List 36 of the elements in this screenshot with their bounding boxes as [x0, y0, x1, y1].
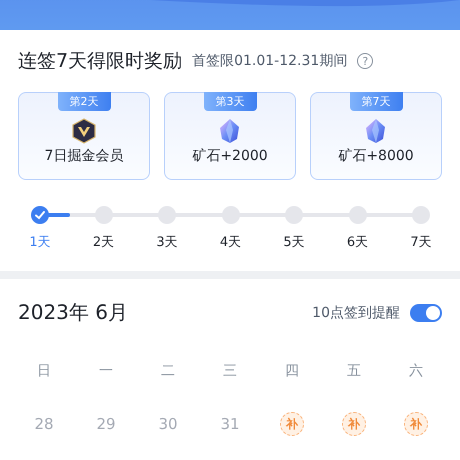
period-note: 首签限01.01-12.31期间 — [192, 52, 348, 70]
date-number: 29 — [96, 415, 116, 433]
weekday-label: 三 — [222, 362, 238, 380]
day-label: 5天 — [285, 234, 303, 251]
day-tag: 第3天 — [204, 92, 256, 111]
weekday-label: 二 — [160, 362, 176, 380]
crystal-icon — [364, 118, 388, 144]
day-label: 7天 — [412, 234, 430, 251]
date-number: 28 — [34, 415, 54, 433]
day-label: 3天 — [158, 234, 176, 251]
weekday-label: 一 — [98, 362, 114, 380]
reward-label: 矿石+2000 — [192, 147, 268, 165]
day-label: 4天 — [222, 234, 240, 251]
date-number: 30 — [158, 415, 178, 433]
day-label: 6天 — [348, 234, 366, 251]
weekday-label: 五 — [346, 362, 362, 380]
crest-icon — [72, 118, 96, 144]
weekday-label: 日 — [36, 362, 52, 380]
crystal-icon — [218, 118, 242, 144]
reward-label: 7日掘金会员 — [44, 147, 124, 165]
reminder-toggle[interactable] — [410, 304, 442, 322]
date-number: 31 — [220, 415, 240, 433]
weekday-label: 四 — [284, 362, 300, 380]
makeup-sign-badge[interactable]: 补 — [342, 412, 366, 436]
day-label: 1天 — [31, 234, 49, 251]
section-title: 连签7天得限时奖励 — [18, 49, 182, 74]
reward-label: 矿石+8000 — [338, 147, 414, 165]
weekday-label: 六 — [408, 362, 424, 380]
day-label: 2天 — [94, 234, 112, 251]
month-title: 2023年 6月 — [18, 299, 128, 326]
help-icon[interactable]: ? — [357, 53, 374, 69]
day-tag: 第2天 — [58, 92, 110, 111]
makeup-sign-badge[interactable]: 补 — [280, 412, 304, 436]
makeup-sign-badge[interactable]: 补 — [404, 412, 428, 436]
reminder-label: 10点签到提醒 — [312, 304, 400, 322]
day-tag: 第7天 — [350, 92, 402, 111]
